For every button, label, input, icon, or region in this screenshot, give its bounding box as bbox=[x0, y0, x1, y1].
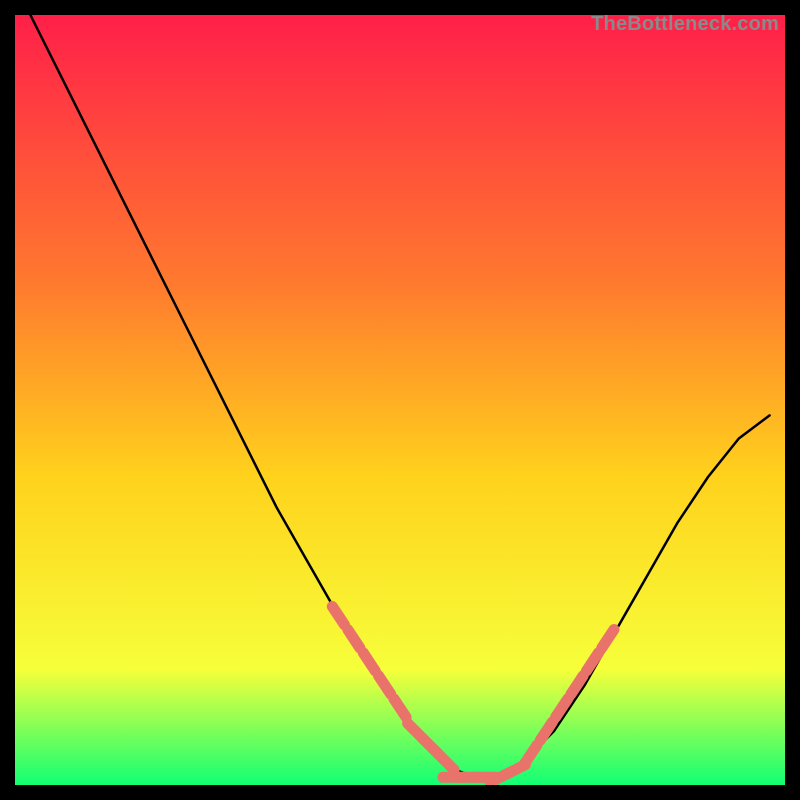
bottleneck-chart bbox=[15, 15, 785, 785]
chart-frame: TheBottleneck.com bbox=[15, 15, 785, 785]
gradient-background bbox=[15, 15, 785, 785]
watermark-text: TheBottleneck.com bbox=[591, 13, 779, 36]
